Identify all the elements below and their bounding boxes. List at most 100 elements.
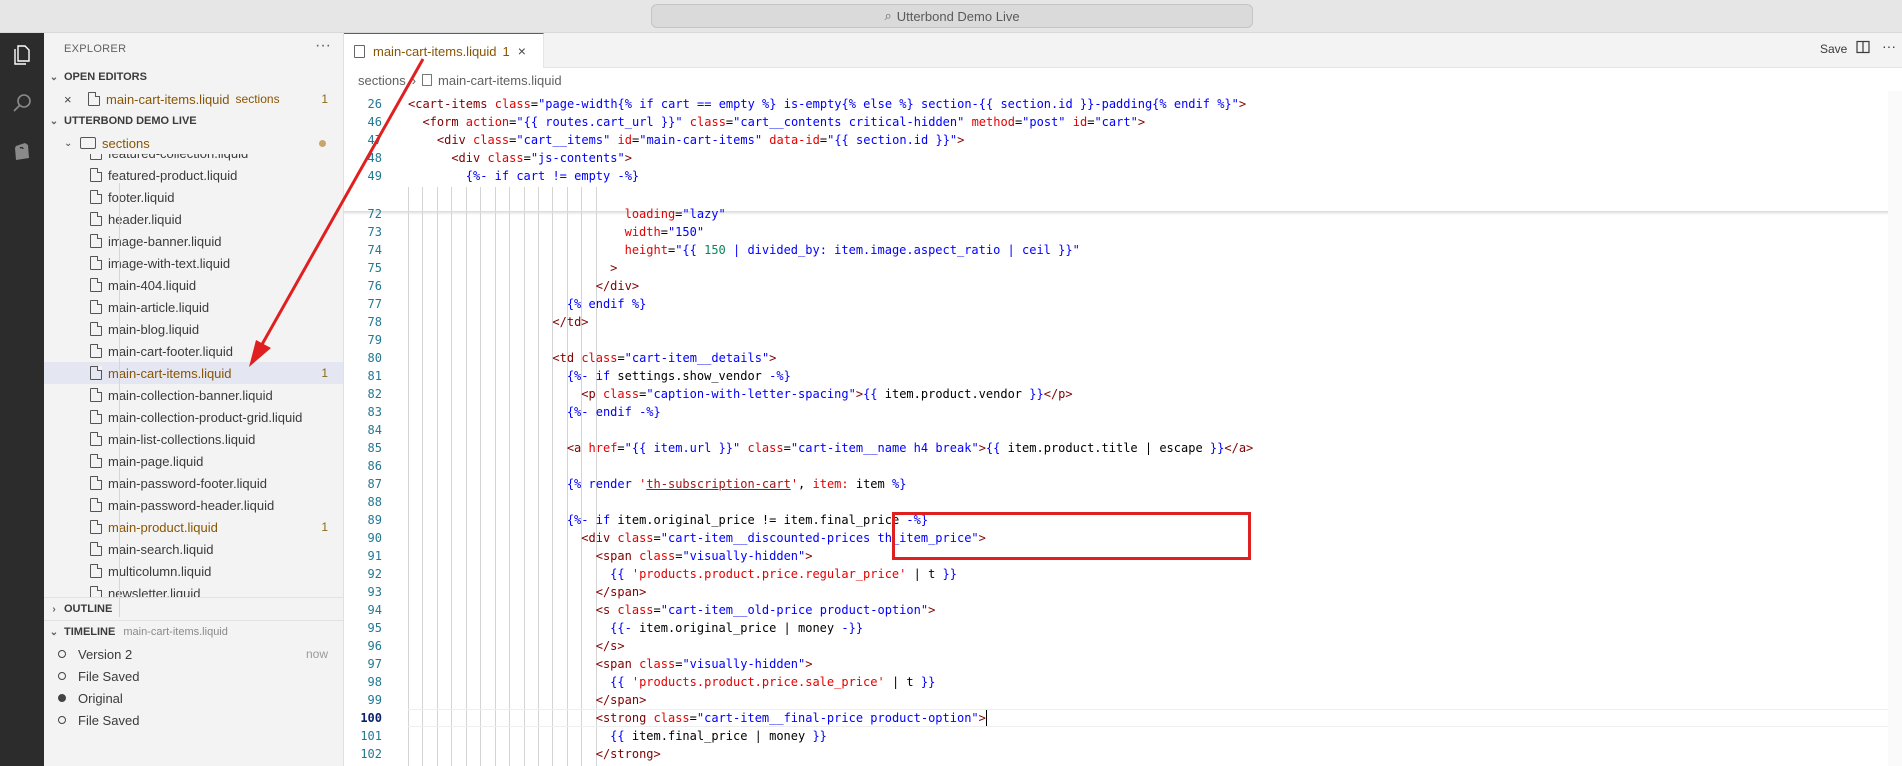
file-label: footer.liquid bbox=[108, 189, 175, 205]
file-icon bbox=[90, 542, 102, 556]
file-item[interactable]: main-password-footer.liquid bbox=[44, 472, 343, 494]
timeline-item[interactable]: File Saved bbox=[44, 709, 343, 731]
file-label: main-password-footer.liquid bbox=[108, 475, 267, 491]
close-icon[interactable]: × bbox=[64, 92, 80, 107]
explorer-sidebar: EXPLORER ··· ⌄ OPEN EDITORS × main-cart-… bbox=[44, 33, 344, 766]
timeline-item[interactable]: File Saved bbox=[44, 665, 343, 687]
explorer-icon[interactable] bbox=[0, 33, 44, 77]
file-item[interactable]: image-banner.liquid bbox=[44, 230, 343, 252]
tab-bar: main-cart-items.liquid 1 × Save ··· bbox=[344, 33, 1902, 68]
modified-dot bbox=[319, 139, 326, 147]
file-item[interactable]: main-password-header.liquid bbox=[44, 494, 343, 516]
split-editor-icon[interactable] bbox=[1856, 40, 1870, 57]
file-label: main-article.liquid bbox=[108, 299, 210, 315]
folder-label: sections bbox=[102, 135, 150, 151]
file-item[interactable]: main-collection-product-grid.liquid bbox=[44, 406, 343, 428]
chevron-down-icon: ⌄ bbox=[49, 626, 59, 638]
file-label: main-collection-banner.liquid bbox=[108, 387, 273, 403]
line-number: 89 bbox=[367, 513, 382, 527]
close-icon[interactable]: × bbox=[518, 43, 526, 59]
code-line: <cart-items class="page-width{% if cart … bbox=[408, 97, 1247, 111]
file-icon bbox=[90, 322, 102, 336]
file-icon bbox=[90, 190, 102, 204]
title-bar: ⌕ Utterbond Demo Live bbox=[0, 0, 1902, 33]
open-editor-item[interactable]: × main-cart-items.liquid sections 1 bbox=[44, 88, 343, 110]
breadcrumb-separator: › bbox=[411, 72, 417, 88]
workspace-header[interactable]: ⌄ UTTERBOND DEMO LIVE bbox=[44, 111, 343, 131]
code-line: <span class="visually-hidden"> bbox=[595, 549, 813, 563]
scrollbar-track[interactable] bbox=[1888, 91, 1902, 766]
file-item[interactable]: main-cart-items.liquid 1 bbox=[44, 362, 343, 384]
line-number: 49 bbox=[367, 169, 382, 183]
file-item[interactable]: newsletter.liquid bbox=[44, 582, 343, 597]
open-editors-header[interactable]: ⌄ OPEN EDITORS bbox=[44, 67, 343, 87]
line-number: 78 bbox=[367, 315, 382, 329]
chevron-down-icon: ⌄ bbox=[49, 115, 59, 127]
problem-count-badge: 1 bbox=[321, 366, 328, 380]
timeline-dot-icon bbox=[58, 716, 66, 724]
code-line: <td class="cart-item__details"> bbox=[552, 351, 777, 365]
search-icon[interactable] bbox=[0, 81, 44, 125]
open-editors-label: OPEN EDITORS bbox=[64, 71, 147, 83]
line-number: 83 bbox=[367, 405, 382, 419]
file-icon bbox=[90, 212, 102, 226]
line-number: 90 bbox=[367, 531, 382, 545]
indent-guide bbox=[480, 187, 482, 766]
explorer-title: EXPLORER bbox=[64, 43, 127, 55]
text-cursor bbox=[985, 710, 987, 726]
file-item[interactable]: featured-product.liquid bbox=[44, 164, 343, 186]
file-icon bbox=[90, 454, 102, 468]
breadcrumb-folder[interactable]: sections bbox=[358, 73, 406, 88]
code-line: {% render 'th-subscription-cart', item: … bbox=[566, 477, 907, 491]
more-actions-icon[interactable]: ··· bbox=[1882, 38, 1896, 54]
indent-guide bbox=[523, 187, 525, 766]
file-item[interactable]: main-product.liquid 1 bbox=[44, 516, 343, 538]
timeline-label: Original bbox=[78, 690, 123, 706]
code-line: {%- endif -%} bbox=[566, 405, 661, 419]
timeline-header[interactable]: ⌄ TIMELINE main-cart-items.liquid bbox=[44, 622, 343, 642]
line-number: 81 bbox=[367, 369, 382, 383]
code-line: </td> bbox=[552, 315, 589, 329]
timeline-item[interactable]: Original bbox=[44, 687, 343, 709]
timeline-item[interactable]: Version 2 now bbox=[44, 643, 343, 665]
code-line: </strong> bbox=[595, 747, 661, 761]
file-item[interactable]: main-404.liquid bbox=[44, 274, 343, 296]
code-line: {{ item.final_price | money }} bbox=[610, 729, 827, 743]
code-line: </s> bbox=[595, 639, 625, 653]
folder-sections[interactable]: ⌄ sections bbox=[44, 132, 343, 154]
line-number: 77 bbox=[367, 297, 382, 311]
file-item[interactable]: main-search.liquid bbox=[44, 538, 343, 560]
line-number: 72 bbox=[367, 207, 382, 221]
outline-header[interactable]: › OUTLINE bbox=[44, 599, 343, 619]
file-item[interactable]: main-page.liquid bbox=[44, 450, 343, 472]
file-item[interactable]: main-cart-footer.liquid bbox=[44, 340, 343, 362]
file-label: main-404.liquid bbox=[108, 277, 197, 293]
activity-bar bbox=[0, 33, 44, 766]
command-center-search[interactable]: ⌕ Utterbond Demo Live bbox=[651, 4, 1253, 28]
tab-main-cart-items[interactable]: main-cart-items.liquid 1 × bbox=[344, 33, 544, 68]
file-item[interactable]: image-with-text.liquid bbox=[44, 252, 343, 274]
outline-label: OUTLINE bbox=[64, 603, 113, 615]
file-item[interactable]: header.liquid bbox=[44, 208, 343, 230]
file-label: image-banner.liquid bbox=[108, 233, 222, 249]
file-icon bbox=[422, 74, 433, 86]
file-item[interactable]: main-blog.liquid bbox=[44, 318, 343, 340]
code-editor[interactable]: 26 <cart-items class="page-width{% if car… bbox=[344, 91, 1902, 766]
code-line: <div class="cart__items" id="main-cart-i… bbox=[436, 133, 965, 147]
file-item[interactable]: multicolumn.liquid bbox=[44, 560, 343, 582]
file-icon bbox=[90, 476, 102, 490]
timeline-label: TIMELINE bbox=[64, 626, 116, 638]
file-label: main-cart-items.liquid bbox=[108, 365, 232, 381]
command-center-label: Utterbond Demo Live bbox=[896, 8, 1020, 24]
save-button[interactable]: Save bbox=[1820, 42, 1847, 56]
file-item[interactable]: main-collection-banner.liquid bbox=[44, 384, 343, 406]
file-item[interactable]: main-article.liquid bbox=[44, 296, 343, 318]
line-number: 76 bbox=[367, 279, 382, 293]
shopify-icon[interactable] bbox=[0, 129, 44, 173]
file-item[interactable]: footer.liquid bbox=[44, 186, 343, 208]
timeline-dot-icon bbox=[58, 650, 66, 658]
more-actions-icon[interactable]: ··· bbox=[315, 37, 331, 55]
file-item[interactable]: main-list-collections.liquid bbox=[44, 428, 343, 450]
breadcrumb-file[interactable]: main-cart-items.liquid bbox=[438, 73, 562, 88]
file-item[interactable]: featured-collection.liquid bbox=[44, 154, 343, 164]
